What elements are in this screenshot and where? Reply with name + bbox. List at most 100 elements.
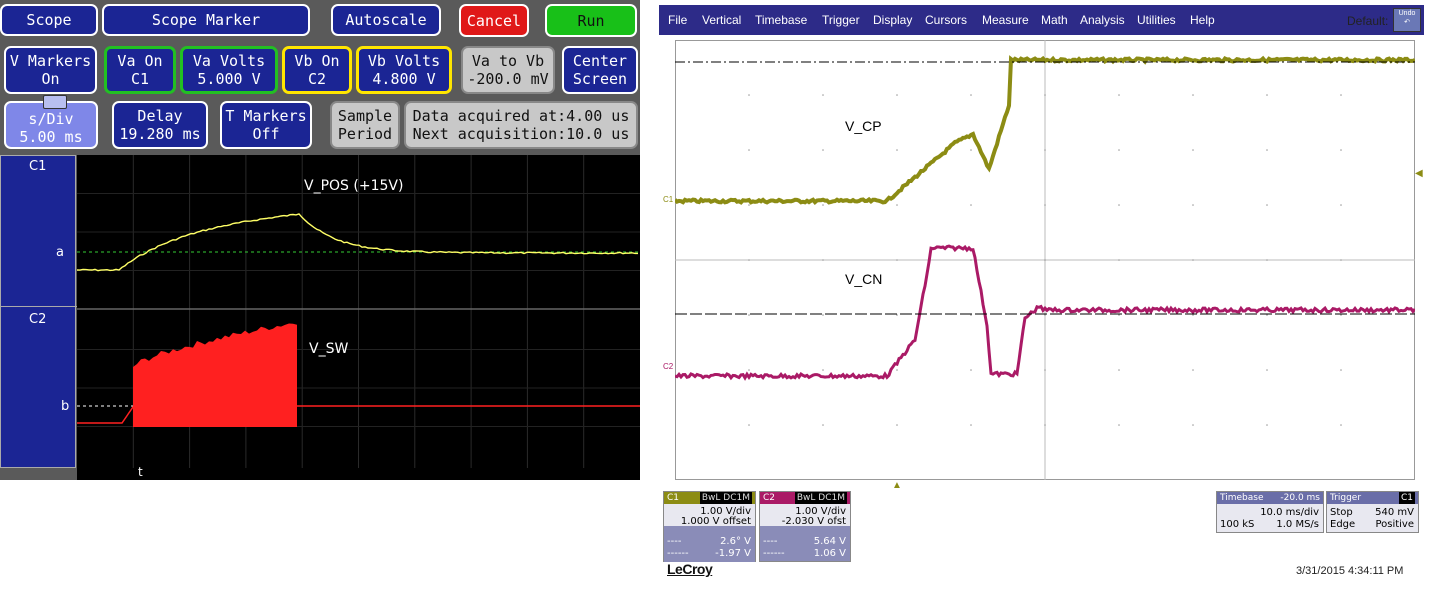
grid-dot: [1266, 204, 1268, 206]
c1-setup-box[interactable]: C1 BwL DC1M 1.00 V/div 1.000 V offset ---…: [663, 491, 756, 562]
va-on-title: Va On: [117, 52, 163, 70]
vb-volts-value: 4.800 V: [372, 70, 436, 88]
menu-item-analysis[interactable]: Analysis: [1080, 13, 1125, 27]
menu-item-file[interactable]: File: [668, 13, 687, 27]
grid-dot: [1118, 94, 1120, 96]
grid-dot: [822, 94, 824, 96]
grid-dot: [1340, 369, 1342, 371]
scope-button-label: Scope: [26, 11, 72, 29]
channel-2-label: C2: [29, 312, 47, 327]
menu-item-display[interactable]: Display: [873, 13, 912, 27]
t-markers-value: Off: [252, 125, 280, 143]
timebase-box[interactable]: Timebase -20.0 ms 10.0 ms/div 100 kS 1.0 …: [1216, 491, 1324, 533]
c2-setup-box[interactable]: C2 BwL DC1M 1.00 V/div -2.030 V ofst ----…: [759, 491, 851, 562]
grid-dot: [1192, 204, 1194, 206]
menu-item-math[interactable]: Math: [1041, 13, 1068, 27]
knob-icon: [43, 95, 67, 109]
trigger-channel: C1: [1398, 492, 1415, 504]
v-cp-label: V_CP: [845, 118, 882, 134]
v-sw-switching-envelope: [133, 323, 297, 427]
trigger-title: Trigger: [1330, 493, 1362, 503]
timebase-title: Timebase: [1220, 493, 1264, 503]
grid-dot: [1266, 94, 1268, 96]
grid-dot: [1044, 424, 1046, 426]
c1-cursor2-icon: ------: [667, 548, 689, 559]
autoscale-label: Autoscale: [345, 11, 427, 29]
va-volts-button[interactable]: Va Volts 5.000 V: [180, 46, 278, 94]
v-markers-button[interactable]: V Markers On: [4, 46, 97, 94]
va-to-vb-value: -200.0 mV: [467, 70, 549, 88]
grid-dot: [1044, 259, 1046, 261]
s-div-button[interactable]: s/Div 5.00 ms: [4, 95, 98, 149]
c1-cursor1-icon: ----: [667, 536, 682, 547]
c2-offset: -2.030 V ofst: [781, 516, 846, 527]
grid-dot: [822, 314, 824, 316]
grid-dot: [822, 369, 824, 371]
grid-dot: [896, 204, 898, 206]
grid-dot: [748, 259, 750, 261]
c2-ground-marker: C2: [663, 362, 674, 371]
t-markers-button[interactable]: T Markers Off: [220, 101, 312, 149]
left-waveform-display: V_POS (+15V) V_SW: [76, 155, 640, 468]
vb-on-button[interactable]: Vb On C2: [282, 46, 352, 94]
va-to-vb-title: Va to Vb: [471, 52, 545, 70]
v-sw-label: V_SW: [309, 341, 348, 357]
grid-dot: [896, 94, 898, 96]
sample-period-line1: Sample: [337, 107, 393, 125]
time-axis-strip: t: [77, 465, 640, 480]
channel-divider: [1, 306, 77, 307]
grid-dot: [1340, 204, 1342, 206]
timebase-rate: 1.0 MS/s: [1276, 519, 1319, 530]
grid-dot: [1118, 204, 1120, 206]
grid-dot: [970, 149, 972, 151]
va-on-button[interactable]: Va On C1: [104, 46, 176, 94]
menu-item-utilities[interactable]: Utilities: [1137, 13, 1176, 27]
autoscale-button[interactable]: Autoscale: [331, 4, 441, 36]
menu-item-cursors[interactable]: Cursors: [925, 13, 967, 27]
grid-dot: [1340, 149, 1342, 151]
scope-marker-button[interactable]: Scope Marker: [102, 4, 310, 36]
grid-dot: [970, 424, 972, 426]
menu-item-vertical[interactable]: Vertical: [702, 13, 741, 27]
marker-b-label: b: [61, 399, 70, 414]
trigger-box[interactable]: Trigger C1 Stop 540 mV Edge Positive: [1326, 491, 1419, 533]
grid-dot: [1118, 259, 1120, 261]
menu-item-measure[interactable]: Measure: [982, 13, 1029, 27]
c1-cursor2: -1.97 V: [715, 548, 751, 559]
date-time-stamp: 3/31/2015 4:34:11 PM: [1296, 565, 1404, 577]
menu-item-timebase[interactable]: Timebase: [755, 13, 807, 27]
center-screen-button[interactable]: Center Screen: [562, 46, 638, 94]
delay-button[interactable]: Delay 19.280 ms: [112, 101, 208, 149]
time-marker-label: t: [138, 465, 143, 479]
menu-item-trigger[interactable]: Trigger: [822, 13, 860, 27]
timebase-tdiv: 10.0 ms/div: [1260, 507, 1319, 518]
va-to-vb-readout: Va to Vb -200.0 mV: [461, 46, 555, 94]
s-div-title: s/Div: [28, 110, 74, 128]
timebase-samples: 100 kS: [1220, 519, 1255, 530]
scope-marker-label: Scope Marker: [151, 11, 261, 29]
undo-label: Undo: [1398, 10, 1416, 17]
grid-dot: [896, 369, 898, 371]
scope-button[interactable]: Scope: [0, 4, 98, 36]
undo-button[interactable]: Undo ↶: [1393, 8, 1421, 32]
run-button[interactable]: Run: [545, 4, 637, 37]
vb-volts-button[interactable]: Vb Volts 4.800 V: [356, 46, 452, 94]
cancel-button[interactable]: Cancel: [459, 4, 529, 37]
grid-dot: [748, 424, 750, 426]
next-acquisition-text: Next acquisition:10.0 us: [412, 125, 630, 143]
c1-box-title: C1: [667, 493, 680, 503]
marker-a-label: a: [56, 245, 64, 260]
grid-dot: [1192, 424, 1194, 426]
c1-ground-marker: C1: [663, 195, 674, 204]
grid-dot: [1118, 149, 1120, 151]
grid-dot: [970, 369, 972, 371]
c1-box-header: C1 BwL DC1M: [664, 492, 755, 504]
trigger-slope: Positive: [1375, 519, 1414, 530]
menu-item-help[interactable]: Help: [1190, 13, 1215, 27]
v-markers-value: On: [41, 70, 60, 88]
c2-box-header: C2 BwL DC1M: [760, 492, 850, 504]
data-acquired-text: Data acquired at:4.00 us: [412, 107, 630, 125]
grid-dot: [1266, 424, 1268, 426]
grid-dot: [970, 94, 972, 96]
grid-dot: [1340, 424, 1342, 426]
